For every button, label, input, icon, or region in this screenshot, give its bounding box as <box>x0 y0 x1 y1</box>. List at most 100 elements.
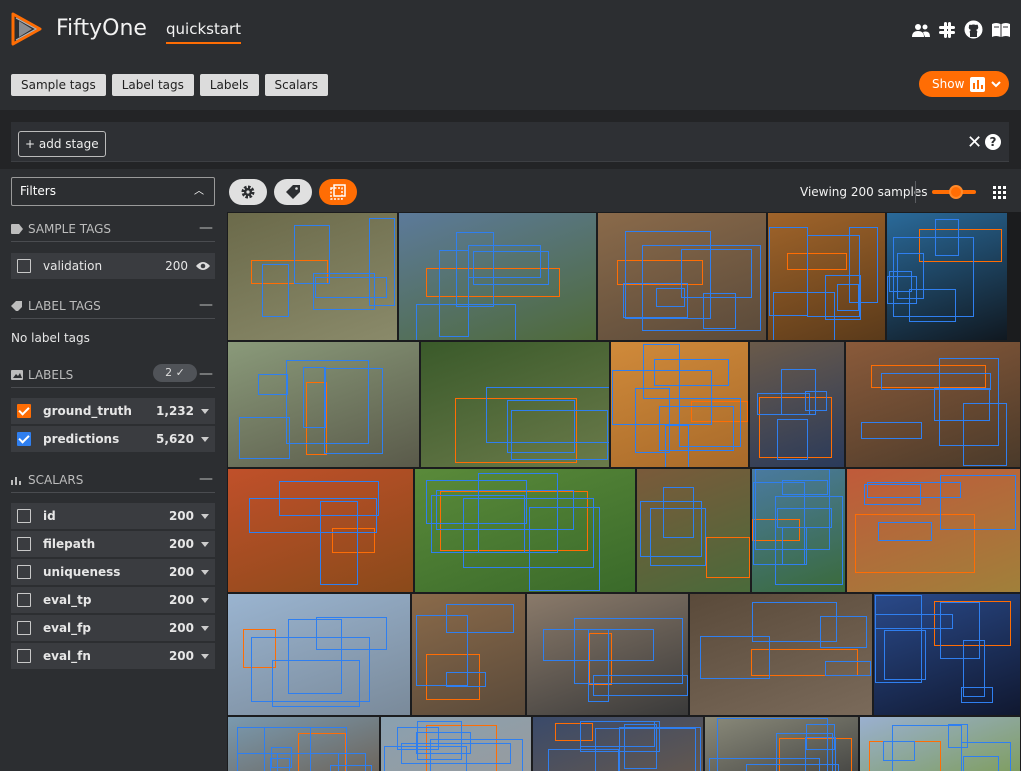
tag-button[interactable] <box>274 179 312 205</box>
label-name: ground_truth <box>43 404 132 418</box>
scalar-row[interactable]: eval_fn 200 <box>11 643 215 669</box>
chevron-down-icon[interactable] <box>201 569 209 575</box>
settings-button[interactable] <box>229 179 267 205</box>
selected-count-badge[interactable]: 2 ✓ <box>153 364 197 382</box>
checkbox[interactable] <box>17 593 31 607</box>
tab-label-tags[interactable]: Label tags <box>111 74 194 96</box>
sample-tile-porcupine[interactable] <box>227 212 398 341</box>
label-row-predictions[interactable]: predictions 5,620 <box>11 426 215 452</box>
scalar-row[interactable]: id 200 <box>11 503 215 529</box>
eye-icon[interactable] <box>196 261 210 271</box>
sample-tile-horse-rider[interactable] <box>398 212 597 341</box>
label-name: predictions <box>43 432 120 446</box>
patches-button[interactable] <box>319 179 357 205</box>
chevron-down-icon[interactable] <box>201 653 209 659</box>
sample-tile-train[interactable] <box>227 341 420 468</box>
checkbox[interactable] <box>17 259 31 273</box>
scalar-row[interactable]: eval_tp 200 <box>11 587 215 613</box>
fiftyone-logo-icon[interactable] <box>10 12 46 46</box>
checkbox-checked[interactable] <box>17 432 31 446</box>
sample-tile-street[interactable] <box>227 716 380 771</box>
sample-tile-field[interactable] <box>859 716 1021 771</box>
sample-tile-dogs-grass[interactable] <box>414 468 636 593</box>
scalar-row[interactable]: uniqueness 200 <box>11 559 215 585</box>
checkbox[interactable] <box>17 537 31 551</box>
sample-tile-cow[interactable] <box>420 341 610 468</box>
checkbox[interactable] <box>17 509 31 523</box>
sample-tile-dog-blanket[interactable] <box>873 593 1021 716</box>
label-count: 1,232 <box>156 404 194 418</box>
checkbox-checked[interactable] <box>17 404 31 418</box>
sample-tile-man-tie[interactable] <box>749 341 845 468</box>
github-icon[interactable] <box>964 20 983 39</box>
group-label-tags[interactable]: LABEL TAGS — <box>11 293 215 319</box>
tab-sample-tags[interactable]: Sample tags <box>11 74 106 96</box>
show-button[interactable]: Show <box>919 71 1009 97</box>
sample-grid <box>227 212 1021 771</box>
clear-view-icon[interactable]: ✕ <box>967 132 982 153</box>
slack-icon[interactable] <box>938 21 956 39</box>
group-sample-tags[interactable]: SAMPLE TAGS — <box>11 216 215 242</box>
chevron-up-icon: ︿ <box>194 186 204 197</box>
add-stage-button[interactable]: + add stage <box>18 131 106 157</box>
scalar-name: eval_fn <box>43 649 91 663</box>
chevron-down-icon[interactable] <box>201 597 209 603</box>
detection-box <box>238 416 290 459</box>
label-row-ground-truth[interactable]: ground_truth 1,232 <box>11 398 215 424</box>
detection-box <box>435 489 575 531</box>
detection-box <box>819 615 867 649</box>
collapse-icon[interactable]: — <box>199 471 213 487</box>
sample-tile-cat-curled[interactable] <box>845 341 1021 468</box>
tab-labels[interactable]: Labels <box>199 74 259 96</box>
collapse-icon[interactable]: — <box>199 220 213 236</box>
collapse-icon[interactable]: — <box>199 297 213 313</box>
sample-tile-brown-bear[interactable] <box>411 593 526 716</box>
sample-tile-bear[interactable] <box>636 468 751 593</box>
sample-tile-teddy-kiss[interactable] <box>751 468 846 593</box>
scalar-row[interactable]: eval_fp 200 <box>11 615 215 641</box>
chevron-down-icon[interactable] <box>201 541 209 547</box>
checkbox[interactable] <box>17 621 31 635</box>
label-count: 5,620 <box>156 432 194 446</box>
view-bar[interactable]: + add stage ✕ ? <box>11 122 1009 162</box>
selected-count: 2 <box>165 366 173 379</box>
docs-icon[interactable] <box>991 22 1011 38</box>
chevron-down-icon[interactable] <box>201 625 209 631</box>
collapse-icon[interactable]: — <box>199 366 213 382</box>
filters-dropdown[interactable]: Filters ︿ <box>11 177 215 206</box>
sample-tile-airplane[interactable] <box>227 593 411 716</box>
team-icon[interactable] <box>912 23 930 37</box>
sample-tile-birthday-cake[interactable] <box>886 212 1008 341</box>
checkbox[interactable] <box>17 649 31 663</box>
sample-tag-row[interactable]: validation 200 <box>11 253 215 279</box>
sample-tile-bear-water[interactable] <box>689 593 873 716</box>
scalar-count: 200 <box>168 649 194 663</box>
scalar-row[interactable]: filepath 200 <box>11 531 215 557</box>
zoom-slider-thumb[interactable] <box>949 185 963 199</box>
grid-layout-icon[interactable] <box>993 186 1006 199</box>
sample-tile-dinner-table[interactable] <box>767 212 886 341</box>
sample-tile-building[interactable] <box>380 716 532 771</box>
gear-icon <box>241 185 255 199</box>
sample-tile-bus[interactable] <box>532 716 704 771</box>
help-icon[interactable]: ? <box>985 134 1001 150</box>
tag-icon <box>11 300 22 311</box>
group-labels[interactable]: LABELS 2 ✓ — <box>11 362 215 388</box>
dataset-selector[interactable]: quickstart <box>166 20 242 44</box>
checkbox[interactable] <box>17 565 31 579</box>
sample-tile-cat-in-bowl[interactable] <box>610 341 749 468</box>
chevron-down-icon[interactable] <box>201 513 209 519</box>
bar-chart-icon <box>970 76 986 92</box>
sample-tile-pizza[interactable] <box>846 468 1021 593</box>
sample-tile-cat-sleeping[interactable] <box>597 212 767 341</box>
chevron-down-icon[interactable] <box>201 436 209 442</box>
tab-scalars[interactable]: Scalars <box>264 74 328 96</box>
chevron-down-icon[interactable] <box>201 408 209 414</box>
detection-box <box>960 741 1011 771</box>
sample-tile-pizza-plate[interactable] <box>227 468 414 593</box>
detection-box <box>486 386 609 444</box>
group-scalars[interactable]: SCALARS — <box>11 467 215 493</box>
sample-tile-zebra[interactable] <box>704 716 859 771</box>
sample-tile-cat-window[interactable] <box>526 593 689 716</box>
detection-box <box>700 635 770 679</box>
